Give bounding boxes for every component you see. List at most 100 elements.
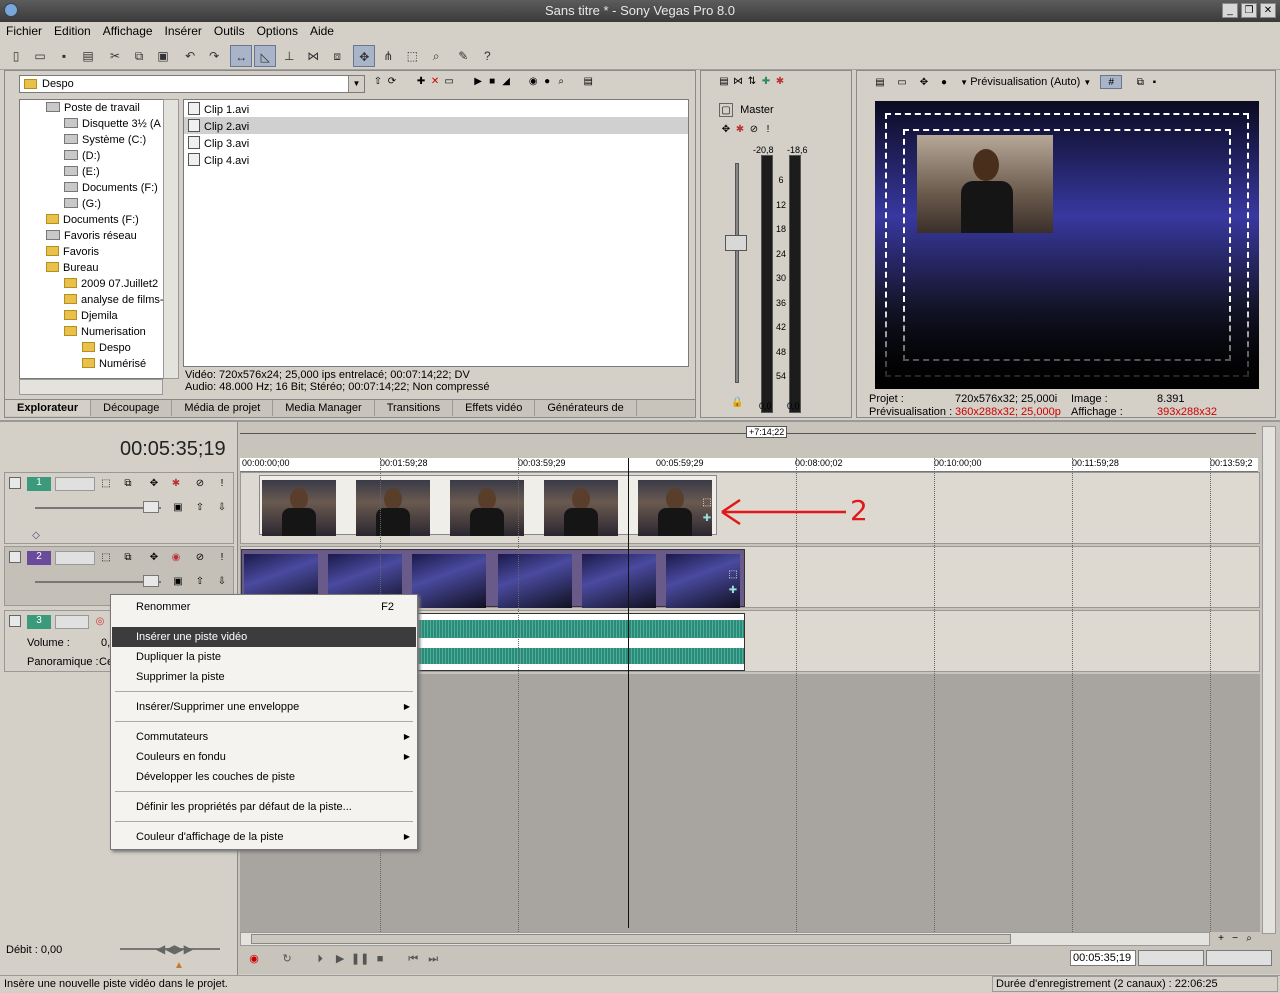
level-slider[interactable] [143,575,159,587]
file-list[interactable]: Clip 1.avi Clip 2.avi Clip 3.avi Clip 4.… [183,99,689,367]
minimize-track-icon[interactable] [9,615,21,627]
menu-item-developper-couches[interactable]: Développer les couches de piste [112,767,416,787]
minimize-track-icon[interactable] [9,551,21,563]
level-slider[interactable] [143,501,159,513]
tree-item[interactable]: Numérisé [20,356,178,372]
bus-pan-icon[interactable]: ✥ [719,123,733,137]
tab-decoupage[interactable]: Découpage [91,400,173,416]
solo-icon[interactable]: ! [215,551,229,565]
help-icon[interactable]: ? [476,45,498,67]
downmix-icon[interactable]: ⋈ [731,75,745,89]
menu-item-couleurs-fondu[interactable]: Couleurs en fondu ▶ [112,747,416,767]
crop-icon[interactable]: ⧉ [121,477,135,491]
views-icon[interactable]: ▤ [581,75,595,89]
menu-item-proprietes-defaut[interactable]: Définir les propriétés par défaut de la … [112,797,416,817]
menu-item-dupliquer-piste[interactable]: Dupliquer la piste [112,647,416,667]
menu-item-supprimer-piste[interactable]: Supprimer la piste [112,667,416,687]
path-combobox[interactable]: Despo ▼ [19,75,365,93]
time-ruler[interactable]: 00:00:00;00 00:01:59;28 00:03:59;29 00:0… [240,458,1258,472]
expand-keyframes-icon[interactable]: ◇ [29,529,43,543]
mute-icon[interactable]: ⊘ [193,551,207,565]
undo-icon[interactable]: ↶ [179,45,201,67]
split-screen-icon[interactable]: ✥ [917,76,931,90]
list-item[interactable]: Clip 1.avi [184,100,688,117]
tree-scrollbar[interactable] [163,99,179,379]
mute-icon[interactable]: ⊘ [193,477,207,491]
menu-inserer[interactable]: Insérer [159,22,208,40]
save-snapshot-icon[interactable]: ▪ [1147,76,1161,90]
new-folder-icon[interactable]: ✚ [414,75,428,89]
list-item[interactable]: Clip 4.avi [184,151,688,168]
parent-comp-icon[interactable]: ▣ [171,501,185,515]
track-fx-icon[interactable]: ◉ [169,551,183,565]
render-icon[interactable]: ✎ [452,45,474,67]
restore-icon[interactable]: ❐ [1241,3,1257,18]
tree-item[interactable]: Favoris [20,244,178,260]
tab-transitions[interactable]: Transitions [375,400,454,416]
timeline-vscrollbar[interactable] [1262,426,1276,934]
snap-icon[interactable]: ⊥ [278,45,300,67]
preview-properties-icon[interactable]: ▤ [873,76,887,90]
menu-aide[interactable]: Aide [304,22,340,40]
parent-comp-icon[interactable]: ▣ [171,575,185,589]
tree-item[interactable]: Documents (F:) [20,180,178,196]
track-name-field[interactable] [55,615,89,629]
selection-start-field[interactable] [1138,950,1204,966]
tree-item[interactable]: Djemila [20,308,178,324]
selection-length-field[interactable] [1206,950,1272,966]
make-parent-icon[interactable]: ⇧ [193,501,207,515]
mixer-properties-icon[interactable]: ▤ [717,75,731,89]
menu-edition[interactable]: Edition [48,22,97,40]
go-to-end-icon[interactable]: ⏭ [423,950,443,968]
menu-outils[interactable]: Outils [208,22,251,40]
ignore-grouping-icon[interactable]: ⋔ [377,45,399,67]
tab-explorateur[interactable]: Explorateur [5,400,92,416]
stop-icon[interactable]: ■ [485,75,499,89]
mute-icon[interactable]: ⊘ [747,123,761,137]
motion-icon[interactable]: ⬚ [99,551,113,565]
tree-item[interactable]: Système (C:) [20,132,178,148]
compositing-icon[interactable]: ✥ [147,477,161,491]
tree-item[interactable]: Disquette 3½ (A [20,116,178,132]
menu-item-couleur-affichage[interactable]: Couleur d'affichage de la piste ▶ [112,827,416,847]
lock-icon[interactable]: 🔒 [731,397,743,408]
make-parent-icon[interactable]: ⇧ [193,575,207,589]
paste-icon[interactable]: ▣ [152,45,174,67]
grid-icon[interactable]: # [1100,75,1123,89]
make-child-icon[interactable]: ⇩ [215,501,229,515]
tree-item[interactable]: (G:) [20,196,178,212]
track-fx-icon[interactable]: ✱ [169,477,183,491]
zoom-tool-icon[interactable]: ⌕ [1242,932,1256,946]
motion-icon[interactable]: ⬚ [99,477,113,491]
loop-icon[interactable]: ↻ [277,950,297,968]
envelope-tool-icon[interactable]: ◺ [254,45,277,67]
zoom-in-icon[interactable]: + [1214,932,1228,946]
track-name-field[interactable] [55,477,95,491]
event-fx-icon[interactable]: ✚ [700,512,714,526]
tree-item[interactable]: Numerisation [20,324,178,340]
play-icon[interactable]: ▶ [330,950,350,968]
play-icon[interactable]: ▶ [471,75,485,89]
zoom-tool-icon[interactable]: ⌕ [425,45,447,67]
minimize-track-icon[interactable] [9,477,21,489]
video-event-clip[interactable]: ⬚ ✚ [259,475,717,536]
solo-icon[interactable]: ! [761,123,775,137]
go-to-start-icon[interactable]: ⏮ [403,950,423,968]
tree-item[interactable]: Bureau [20,260,178,276]
bus-fx-icon[interactable]: ✱ [733,123,747,137]
minimize-icon[interactable]: _ [1222,3,1238,18]
event-fx-icon[interactable]: ✚ [726,584,740,598]
stop-icon[interactable]: ■ [370,950,390,968]
arm-record-icon[interactable]: ◎ [93,615,107,629]
ripple-icon[interactable]: ⧈ [326,45,348,67]
tree-item[interactable]: (D:) [20,148,178,164]
overlays-icon[interactable]: ● [937,76,951,90]
menu-item-inserer-piste-video[interactable]: Insérer une piste vidéo [112,627,416,647]
auto-crossfade-icon[interactable]: ⋈ [302,45,324,67]
redo-icon[interactable]: ↷ [203,45,225,67]
refresh-icon[interactable]: ⟳ [385,75,399,89]
tree-item[interactable]: Poste de travail [20,100,178,116]
folder-tree[interactable]: Poste de travail Disquette 3½ (A Système… [19,99,179,379]
pause-icon[interactable]: ❚❚ [350,950,370,968]
tree-item[interactable]: Favoris réseau [20,228,178,244]
